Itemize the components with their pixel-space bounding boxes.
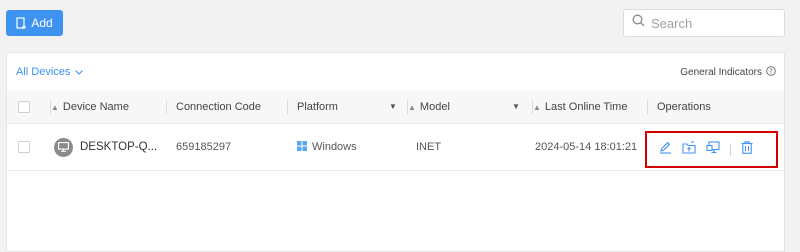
last-online-time: 2024-05-14 18:01:21: [535, 141, 638, 153]
connection-code-cell: 659185297: [176, 124, 231, 170]
chevron-down-icon: [75, 66, 84, 78]
column-last-online-time[interactable]: ▲ Last Online Time: [532, 91, 627, 123]
row-checkbox[interactable]: [18, 141, 30, 153]
table-header: ▲ Device Name Connection Code Platform ▼…: [7, 91, 784, 124]
devices-panel: All Devices General Indicators ? ▲ Devic…: [6, 52, 785, 252]
model-filter-icon[interactable]: ▼: [512, 102, 520, 111]
operations-highlight: [645, 131, 778, 168]
monitor-icon: [54, 137, 73, 157]
operations-divider: [730, 143, 731, 156]
device-filter-label: All Devices: [16, 66, 71, 78]
model-cell: INET: [416, 124, 441, 170]
platform-filter-icon[interactable]: ▼: [389, 102, 397, 111]
device-name[interactable]: DESKTOP-Q...: [80, 141, 157, 153]
column-operations: Operations: [647, 91, 711, 123]
add-button[interactable]: Add: [6, 10, 63, 36]
device-filter-dropdown[interactable]: All Devices: [16, 66, 84, 78]
svg-text:?: ?: [769, 68, 773, 76]
column-platform[interactable]: Platform ▼: [287, 91, 407, 123]
select-all-checkbox[interactable]: [18, 101, 30, 113]
folder-transfer-icon[interactable]: [682, 140, 696, 159]
question-circle-icon[interactable]: ?: [766, 66, 776, 79]
last-online-time-cell: 2024-05-14 18:01:21: [535, 124, 637, 170]
column-connection-code: Connection Code: [166, 91, 261, 123]
model-name: INET: [416, 141, 442, 153]
sort-icon[interactable]: ▲: [533, 103, 541, 112]
add-device-icon: [16, 17, 27, 29]
delete-icon[interactable]: [741, 140, 753, 159]
search-input[interactable]: [651, 15, 771, 31]
edit-icon[interactable]: [659, 141, 672, 159]
connection-code: 659185297: [176, 141, 232, 153]
sort-icon[interactable]: ▲: [408, 103, 416, 112]
column-device-name[interactable]: ▲ Device Name: [50, 91, 129, 123]
platform-cell: Windows: [297, 124, 357, 170]
search-box[interactable]: [623, 9, 785, 37]
general-indicators[interactable]: General Indicators ?: [680, 66, 776, 79]
general-indicators-label: General Indicators: [680, 67, 762, 78]
search-icon: [632, 14, 645, 32]
windows-icon: [297, 140, 307, 154]
platform-name: Windows: [312, 141, 357, 153]
sort-icon[interactable]: ▲: [51, 103, 59, 112]
add-button-label: Add: [31, 16, 53, 30]
device-name-cell: DESKTOP-Q...: [54, 124, 157, 170]
column-model[interactable]: ▲ Model ▼: [407, 91, 522, 123]
remote-desktop-icon[interactable]: [706, 140, 720, 159]
